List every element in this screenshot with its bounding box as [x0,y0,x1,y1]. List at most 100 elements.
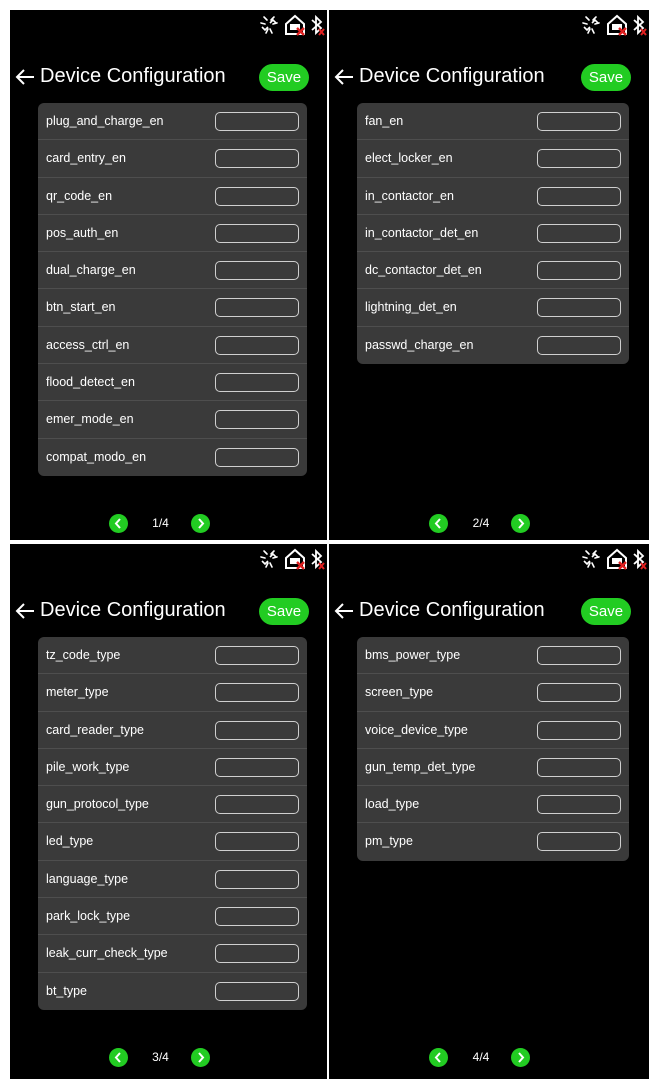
config-row: dual_charge_en [38,252,307,290]
bluetooth-off-icon [311,14,325,36]
config-value-field[interactable] [215,447,299,467]
config-value-field[interactable] [215,646,299,665]
config-value-field[interactable] [537,335,621,355]
page-title: Device Configuration [40,65,226,87]
config-value-field[interactable] [537,646,621,665]
save-button[interactable]: Save [259,598,309,625]
config-label: card_entry_en [46,151,126,166]
config-value-field[interactable] [215,720,299,740]
header: Device Configuration Save [329,594,649,630]
header: Device Configuration Save [10,60,327,96]
prev-page-button[interactable] [108,514,128,533]
config-value-field[interactable] [537,223,621,243]
config-value-field[interactable] [215,112,299,131]
config-value-field[interactable] [537,832,621,852]
config-value-field[interactable] [215,907,299,927]
config-row: card_entry_en [38,140,307,178]
config-value-field[interactable] [215,981,299,1001]
config-row: pos_auth_en [38,215,307,253]
config-row: gun_temp_det_type [357,749,629,787]
config-label: park_lock_type [46,909,131,924]
config-list: plug_and_charge_en card_entry_en qr_code_e… [38,103,307,476]
config-row: dc_contactor_det_en [357,252,629,290]
config-value-field[interactable] [215,832,299,852]
config-row: qr_code_en [38,178,307,215]
config-row: language_type [38,861,307,899]
config-row: fan_en [357,103,629,141]
chevron-right-icon [518,1052,525,1063]
next-page-button[interactable] [511,514,530,533]
config-label: flood_detect_en [46,375,135,390]
config-row: elect_locker_en [357,140,629,178]
prev-page-button[interactable] [429,514,448,533]
config-value-field[interactable] [537,795,621,815]
config-value-field[interactable] [537,683,621,703]
config-panel-1: Device Configuration Save plug_and_charge_… [10,10,327,540]
config-value-field[interactable] [537,757,621,777]
config-row: passwd_charge_en [357,327,629,364]
back-arrow-icon[interactable] [333,598,355,624]
back-arrow-icon[interactable] [14,598,36,624]
pagination: 4/4 [329,1046,649,1070]
next-page-button[interactable] [511,1048,530,1067]
config-value-field[interactable] [215,261,299,281]
config-value-field[interactable] [537,149,621,169]
back-arrow-icon[interactable] [333,64,355,90]
config-row: tz_code_type [38,637,307,675]
config-value-field[interactable] [215,869,299,889]
config-label: leak_curr_check_type [46,946,168,961]
config-value-field[interactable] [215,757,299,777]
config-value-field[interactable] [215,944,299,964]
config-value-field[interactable] [537,298,621,318]
config-row: emer_mode_en [38,401,307,439]
config-label: passwd_charge_en [365,337,474,352]
config-row: compat_modo_en [38,439,307,476]
config-value-field[interactable] [215,149,299,169]
config-value-field[interactable] [215,186,299,206]
config-row: gun_protocol_type [38,786,307,824]
config-label: elect_locker_en [365,151,453,166]
config-value-field[interactable] [215,683,299,703]
next-page-button[interactable] [190,1048,210,1067]
config-value-field[interactable] [537,720,621,740]
bluetooth-off-icon [633,14,647,36]
config-value-field[interactable] [215,373,299,393]
cloud-error-icon [607,14,627,36]
config-panel-4: Device Configuration Save bms_power_type sc… [329,544,649,1079]
config-label: dual_charge_en [46,263,136,278]
config-value-field[interactable] [215,298,299,318]
config-label: pm_type [365,834,413,849]
page-indicator: 4/4 [472,1050,490,1064]
page-title: Device Configuration [359,599,545,621]
next-page-button[interactable] [190,514,210,533]
status-bar [579,12,647,38]
config-value-field[interactable] [537,112,621,131]
config-list: tz_code_type meter_type card_reader_type pi… [38,637,307,1010]
config-value-field[interactable] [215,335,299,355]
prev-page-button[interactable] [429,1048,448,1067]
header: Device Configuration Save [329,60,649,96]
config-value-field[interactable] [537,261,621,281]
save-button[interactable]: Save [259,64,309,91]
chevron-right-icon [197,1052,204,1063]
config-row: in_contactor_det_en [357,215,629,253]
config-value-field[interactable] [215,410,299,430]
config-label: compat_modo_en [46,449,147,464]
config-value-field[interactable] [215,795,299,815]
config-value-field[interactable] [537,186,621,206]
prev-page-button[interactable] [108,1048,128,1067]
cloud-error-icon [607,548,627,570]
config-label: access_ctrl_en [46,337,130,352]
config-row: screen_type [357,674,629,712]
config-label: voice_device_type [365,722,468,737]
save-button[interactable]: Save [581,64,631,91]
config-label: emer_mode_en [46,412,134,427]
back-arrow-icon[interactable] [14,64,36,90]
config-panel-2: Device Configuration Save fan_en elect_lock… [329,10,649,540]
config-value-field[interactable] [215,223,299,243]
config-label: load_type [365,797,420,812]
network-disconnected-icon [582,550,600,568]
config-row: bms_power_type [357,637,629,675]
config-label: dc_contactor_det_en [365,263,482,278]
save-button[interactable]: Save [581,598,631,625]
